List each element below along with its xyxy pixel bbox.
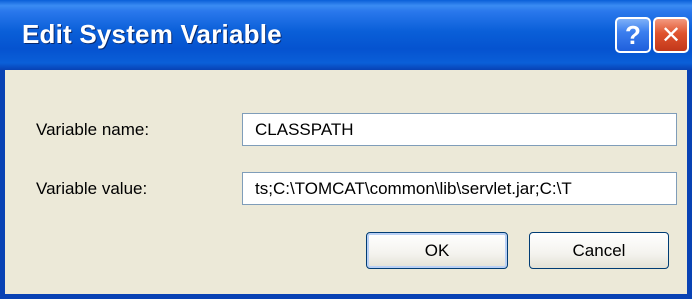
window-frame-bottom xyxy=(0,294,692,299)
ok-button[interactable]: OK xyxy=(366,232,508,269)
window-frame-right xyxy=(687,70,692,299)
dialog-title: Edit System Variable xyxy=(22,19,282,49)
help-button[interactable]: ? xyxy=(615,17,651,53)
help-icon: ? xyxy=(625,19,641,50)
title-bar[interactable]: Edit System Variable ? ✕ xyxy=(0,0,692,70)
close-button[interactable]: ✕ xyxy=(653,17,689,53)
cancel-button[interactable]: Cancel xyxy=(529,232,669,269)
variable-value-label: Variable value: xyxy=(36,179,148,198)
edit-system-variable-dialog: Edit System Variable ? ✕ Variable name: … xyxy=(0,0,692,299)
close-icon: ✕ xyxy=(660,21,682,49)
variable-name-label: Variable name: xyxy=(36,120,150,139)
variable-value-input[interactable]: ts;C:\TOMCAT\common\lib\servlet.jar;C:\T xyxy=(242,172,677,205)
window-frame-left xyxy=(0,70,5,299)
variable-name-input[interactable]: CLASSPATH xyxy=(242,113,677,146)
